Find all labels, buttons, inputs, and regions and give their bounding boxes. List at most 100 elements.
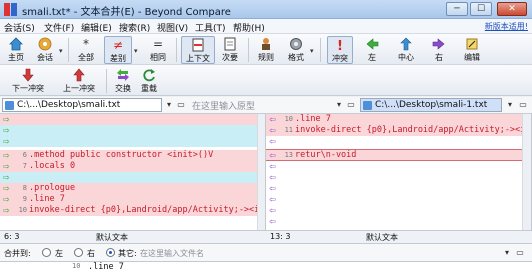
menu-tools[interactable]: 工具(T): [195, 21, 226, 34]
menu-edit[interactable]: 编辑(E): [81, 21, 112, 34]
right-line[interactable]: ⇦ 11 invoke-direct {p0},Landroid/app/Act…: [266, 125, 531, 136]
right-line[interactable]: ⇦: [266, 194, 531, 205]
right-folder-icon[interactable]: ▭: [517, 98, 529, 112]
sessions-button[interactable]: 会话: [32, 36, 58, 64]
right-text-pane[interactable]: ⇦ 10 .line 7 ⇦ 11 invoke-direct {p0},Lan…: [266, 114, 532, 230]
same-button[interactable]: = 相同: [145, 36, 171, 64]
left-text-pane[interactable]: ⇨ ⇨ ⇨ ⇨ 6 .method public constructor <in…: [0, 114, 266, 230]
minimize-button[interactable]: ─: [446, 2, 468, 16]
copy-right-arrow-icon[interactable]: ⇨: [1, 150, 12, 161]
left-path-field[interactable]: C:\...\Desktop\smali.txt: [2, 98, 162, 112]
right-line[interactable]: ⇦: [266, 136, 531, 147]
home-button[interactable]: 主页: [4, 36, 28, 64]
merge-left-radio[interactable]: [42, 248, 51, 257]
copy-left-arrow-icon[interactable]: ⇦: [267, 172, 278, 183]
copy-left-arrow-icon[interactable]: ⇦: [267, 136, 278, 147]
format-dropdown-icon[interactable]: ▾: [310, 47, 314, 55]
left-vertical-scrollbar[interactable]: [257, 114, 265, 230]
right-line[interactable]: ⇦: [266, 205, 531, 216]
all-button[interactable]: * 全部: [74, 36, 98, 64]
menu-view[interactable]: 视图(V): [157, 21, 188, 34]
swap-button[interactable]: 交换: [112, 67, 134, 95]
copy-right-arrow-icon[interactable]: ⇨: [1, 194, 12, 205]
arrow-down-icon: [22, 68, 34, 82]
right-button[interactable]: 右: [429, 36, 449, 64]
right-path-field[interactable]: C:\...\Desktop\smali-1.txt: [360, 98, 502, 112]
conflicts-button[interactable]: ! 冲突: [327, 36, 353, 64]
left-line[interactable]: ⇨ 10 invoke-direct {p0},Landroid/app/Act…: [0, 205, 265, 216]
copy-right-arrow-icon[interactable]: ⇨: [1, 183, 12, 194]
menu-session[interactable]: 会话(S): [4, 21, 35, 34]
copy-right-arrow-icon[interactable]: ⇨: [1, 136, 12, 147]
merge-output-pane[interactable]: 10 .line 7: [0, 261, 532, 273]
right-line[interactable]: ⇦: [266, 216, 531, 227]
base-path-input[interactable]: 在这里输入原型: [192, 99, 255, 112]
copy-left-arrow-icon[interactable]: ⇦: [267, 183, 278, 194]
center-button[interactable]: 中心: [393, 36, 419, 64]
prev-conflict-button[interactable]: 上一冲突: [57, 67, 101, 95]
menu-bar: 会话(S) 文件(F) 编辑(E) 搜索(R) 视图(V) 工具(T) 帮助(H…: [0, 19, 532, 34]
sessions-dropdown-icon[interactable]: ▾: [59, 47, 63, 55]
menu-file[interactable]: 文件(F): [44, 21, 74, 34]
copy-right-arrow-icon[interactable]: ⇨: [1, 114, 12, 125]
toolbar-separator: [68, 38, 69, 62]
reload-button[interactable]: 重载: [137, 67, 161, 95]
context-button[interactable]: 上下文: [181, 36, 215, 64]
right-text-format[interactable]: 默认文本: [366, 232, 398, 243]
format-button[interactable]: 格式: [283, 36, 309, 64]
copy-left-arrow-icon[interactable]: ⇦: [267, 216, 278, 227]
merge-other-radio[interactable]: [106, 248, 115, 257]
left-line[interactable]: ⇨ 7 .locals 0: [0, 161, 265, 172]
window-title: smali.txt* - 文本合并(E) - Beyond Compare: [22, 7, 231, 18]
toolbar-separator: [106, 69, 107, 93]
right-cursor-position: 13: 3: [270, 232, 291, 241]
copy-left-arrow-icon[interactable]: ⇦: [267, 205, 278, 216]
left-path-dropdown-icon[interactable]: ▾: [163, 98, 175, 112]
edit-button[interactable]: 编辑: [460, 36, 484, 64]
right-vertical-scrollbar[interactable]: [522, 114, 531, 230]
new-version-link[interactable]: 新版本适用!: [485, 21, 528, 32]
left-line[interactable]: ⇨: [0, 172, 265, 183]
merge-right-radio[interactable]: [74, 248, 83, 257]
left-line[interactable]: [0, 216, 265, 227]
diffs-dropdown-icon[interactable]: ▾: [134, 47, 138, 55]
right-line[interactable]: ⇦ 10 .line 7: [266, 114, 531, 125]
copy-right-arrow-icon[interactable]: ⇨: [1, 172, 12, 183]
diffs-button[interactable]: ≠ 差别: [104, 36, 132, 64]
minor-button[interactable]: 次要: [218, 36, 242, 64]
base-path-dropdown-icon[interactable]: ▾: [333, 98, 345, 112]
copy-left-arrow-icon[interactable]: ⇦: [267, 125, 278, 136]
left-line[interactable]: ⇨ 8 .prologue: [0, 183, 265, 194]
right-line[interactable]: ⇦ 13 retur\n-void: [266, 149, 531, 161]
left-line[interactable]: ⇨: [0, 136, 265, 147]
right-line[interactable]: ⇦: [266, 161, 531, 172]
left-line[interactable]: ⇨ 6 .method public constructor <init>()V: [0, 150, 265, 161]
right-line[interactable]: ⇦: [266, 183, 531, 194]
next-conflict-button[interactable]: 下一冲突: [6, 67, 50, 95]
copy-right-arrow-icon[interactable]: ⇨: [1, 161, 12, 172]
rules-button[interactable]: 规则: [254, 36, 278, 64]
left-text-format[interactable]: 默认文本: [96, 232, 128, 243]
copy-right-arrow-icon[interactable]: ⇨: [1, 205, 12, 216]
base-folder-icon[interactable]: ▭: [345, 98, 357, 112]
output-dropdown-icon[interactable]: ▾: [501, 246, 513, 260]
output-line-code: .line 7: [88, 262, 124, 272]
left-line[interactable]: ⇨ 9 .line 7: [0, 194, 265, 205]
output-filename-input[interactable]: 在这里输入文件名: [140, 248, 204, 259]
maximize-button[interactable]: ☐: [470, 2, 492, 16]
close-button[interactable]: ✕: [497, 2, 527, 16]
left-line[interactable]: ⇨: [0, 114, 265, 125]
left-button[interactable]: 左: [362, 36, 382, 64]
left-line[interactable]: ⇨: [0, 125, 265, 136]
copy-left-arrow-icon[interactable]: ⇦: [267, 161, 278, 172]
right-path-dropdown-icon[interactable]: ▾: [504, 98, 516, 112]
menu-help[interactable]: 帮助(H): [233, 21, 265, 34]
menu-search[interactable]: 搜索(R): [119, 21, 150, 34]
copy-left-arrow-icon[interactable]: ⇦: [267, 114, 278, 125]
copy-right-arrow-icon[interactable]: ⇨: [1, 125, 12, 136]
copy-left-arrow-icon[interactable]: ⇦: [267, 194, 278, 205]
left-folder-icon[interactable]: ▭: [175, 98, 187, 112]
output-folder-icon[interactable]: ▭: [514, 246, 526, 260]
copy-left-arrow-icon[interactable]: ⇦: [267, 150, 278, 160]
right-line[interactable]: ⇦: [266, 172, 531, 183]
